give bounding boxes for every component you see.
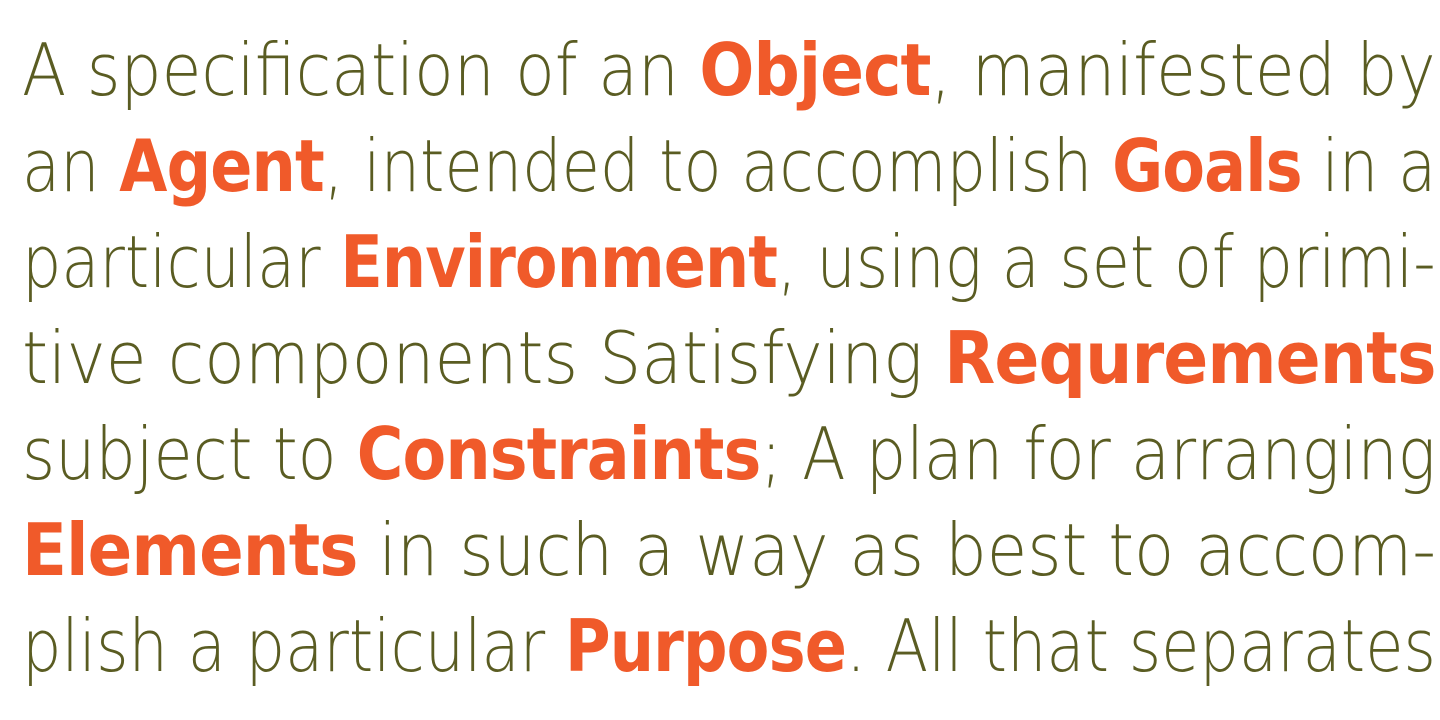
keyword-requrements: Requrements bbox=[944, 316, 1436, 400]
text-segment: particular bbox=[22, 220, 341, 304]
text-line: particular Environment, using a set of p… bbox=[22, 214, 1436, 310]
keyword-object: Object bbox=[699, 28, 931, 112]
keyword-agent: Agent bbox=[119, 124, 324, 208]
font-specimen-page: A specification of an Object, manifested… bbox=[0, 0, 1440, 720]
text-line: Elements in such a way as best to accom- bbox=[22, 502, 1436, 598]
keyword-constraints: Constraints bbox=[356, 412, 762, 496]
text-segment: , manifested by bbox=[930, 28, 1436, 112]
text-line: tive components Satisfying Requrements bbox=[22, 310, 1437, 406]
text-line: an Agent, intended to accomplish Goals i… bbox=[22, 118, 1436, 214]
text-segment: , intended to accomplish bbox=[323, 124, 1113, 208]
keyword-environment: Environment bbox=[340, 220, 778, 304]
text-segment: plish a particular bbox=[22, 604, 565, 688]
text-segment: ; A plan for arranging bbox=[760, 412, 1436, 496]
text-segment: . All that separates bbox=[846, 604, 1436, 688]
text-segment: in a bbox=[1301, 124, 1437, 208]
text-line: subject to Constraints; A plan for arran… bbox=[22, 406, 1436, 502]
text-segment: , using a set of primi- bbox=[777, 220, 1436, 304]
text-segment: in such a way as best to accom- bbox=[357, 508, 1437, 592]
text-segment: subject to bbox=[22, 412, 357, 496]
keyword-elements: Elements bbox=[22, 508, 358, 592]
text-segment: tive components Satisfying bbox=[22, 316, 945, 400]
keyword-goals: Goals bbox=[1112, 124, 1303, 208]
text-segment: an bbox=[22, 124, 120, 208]
text-line: plish a particular Purpose. All that sep… bbox=[22, 598, 1436, 694]
text-segment: A specification of an bbox=[22, 28, 700, 112]
keyword-purpose: Purpose bbox=[564, 604, 847, 688]
text-line: A specification of an Object, manifested… bbox=[22, 22, 1436, 118]
